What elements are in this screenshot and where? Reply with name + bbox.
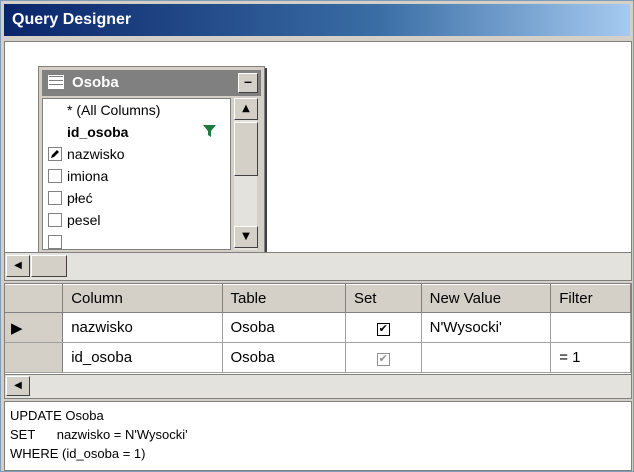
column-label: id_osoba — [67, 124, 129, 140]
sql-line: UPDATE Osoba — [10, 408, 104, 423]
query-designer-window: Query Designer Osoba – * (All Columns) i… — [0, 0, 634, 472]
column-item-imiona[interactable]: imiona — [43, 165, 230, 187]
column-checkbox[interactable] — [48, 235, 62, 249]
column-label: pesel — [67, 212, 101, 228]
diagram-pane[interactable]: Osoba – * (All Columns) id_osoba nazwisk… — [4, 41, 632, 253]
arrow-up-icon[interactable]: ▲ — [234, 98, 258, 120]
arrow-left-icon[interactable]: ◀ — [6, 255, 30, 277]
cell-filter[interactable] — [550, 312, 631, 343]
header-column[interactable]: Column — [62, 284, 223, 313]
header-filter[interactable]: Filter — [550, 284, 631, 313]
table-box-osoba[interactable]: Osoba – * (All Columns) id_osoba nazwisk… — [38, 66, 265, 252]
column-checkbox[interactable] — [48, 169, 62, 183]
sql-line: SET nazwisko = N'Wysocki' — [10, 427, 188, 442]
cell-column[interactable]: nazwisko — [62, 312, 223, 343]
cell-column[interactable]: id_osoba — [62, 342, 223, 373]
column-item-id-osoba[interactable]: id_osoba — [43, 121, 230, 143]
criteria-grid[interactable]: Column Table Set New Value Filter ▶ nazw… — [4, 283, 632, 375]
column-list-scrollbar[interactable]: ▲ ▼ — [233, 98, 258, 250]
diagram-horizontal-scrollbar[interactable]: ◀ — [4, 253, 632, 281]
table-icon — [48, 75, 64, 89]
column-label: płeć — [67, 190, 93, 206]
column-list[interactable]: * (All Columns) id_osoba nazwisko imiona… — [42, 98, 231, 250]
column-item-pesel[interactable]: pesel — [43, 209, 230, 231]
row-selector-header — [5, 284, 64, 313]
filter-icon — [203, 125, 216, 140]
table-row[interactable]: id_osoba Osoba ✔ = 1 — [5, 342, 631, 373]
header-new-value[interactable]: New Value — [421, 284, 552, 313]
set-checkbox[interactable]: ✔ — [376, 323, 390, 336]
table-box-header[interactable]: Osoba – — [42, 70, 261, 96]
header-table[interactable]: Table — [222, 284, 346, 313]
column-item-plec[interactable]: płeć — [43, 187, 230, 209]
window-title: Query Designer — [4, 4, 630, 36]
sql-pane[interactable]: UPDATE Osoba SET nazwisko = N'Wysocki' W… — [4, 401, 632, 471]
table-row[interactable]: ▶ nazwisko Osoba ✔ N'Wysocki' — [5, 312, 631, 343]
table-name: Osoba — [72, 74, 119, 91]
column-label: nazwisko — [67, 146, 125, 162]
minimize-button[interactable]: – — [238, 73, 258, 93]
arrow-down-icon[interactable]: ▼ — [234, 226, 258, 248]
arrow-left-icon[interactable]: ◀ — [6, 376, 30, 396]
row-selector[interactable] — [5, 342, 64, 373]
column-label: imiona — [67, 168, 109, 184]
column-item-all[interactable]: * (All Columns) — [43, 99, 230, 121]
column-checkbox[interactable] — [48, 147, 62, 161]
set-checkbox[interactable]: ✔ — [376, 353, 390, 366]
criteria-header-row: Column Table Set New Value Filter — [5, 284, 631, 313]
row-selector[interactable]: ▶ — [5, 312, 64, 343]
column-item-partial[interactable] — [43, 231, 230, 249]
sql-line: WHERE (id_osoba = 1) — [10, 446, 146, 461]
column-checkbox[interactable] — [48, 191, 62, 205]
grid-horizontal-scrollbar[interactable]: ◀ — [4, 375, 632, 399]
pencil-icon — [51, 150, 59, 158]
column-checkbox[interactable] — [48, 213, 62, 227]
cell-new-value[interactable] — [421, 342, 552, 373]
cell-table[interactable]: Osoba — [222, 342, 346, 373]
header-set[interactable]: Set — [345, 284, 422, 313]
cell-new-value[interactable]: N'Wysocki' — [421, 312, 552, 343]
cell-set[interactable]: ✔ — [345, 312, 422, 343]
column-item-nazwisko[interactable]: nazwisko — [43, 143, 230, 165]
scrollbar-thumb[interactable] — [31, 255, 67, 277]
cell-set[interactable]: ✔ — [345, 342, 422, 373]
cell-filter[interactable]: = 1 — [550, 342, 631, 373]
scrollbar-thumb[interactable] — [234, 122, 258, 176]
column-label: * (All Columns) — [67, 102, 161, 118]
cell-table[interactable]: Osoba — [222, 312, 346, 343]
